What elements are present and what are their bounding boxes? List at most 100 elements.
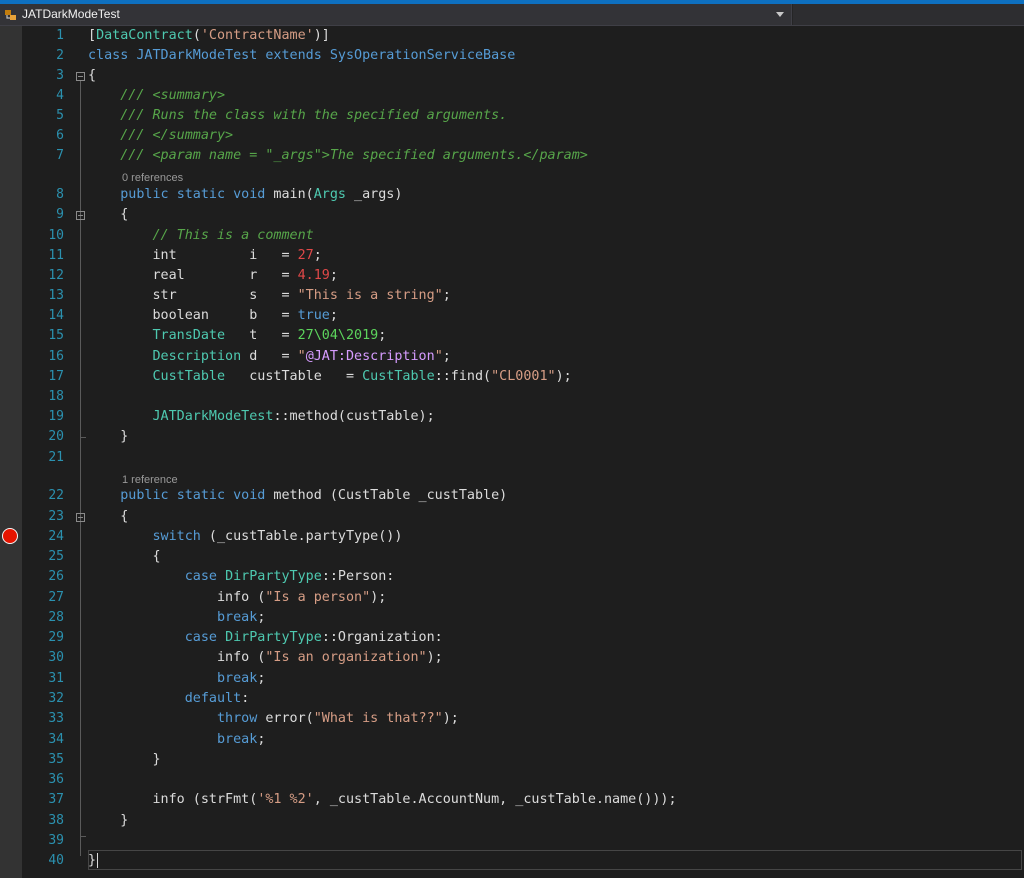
file-name: JATDarkModeTest bbox=[22, 7, 120, 21]
code-token: int i = bbox=[88, 248, 298, 263]
code-line: { bbox=[88, 507, 128, 527]
code-token: { bbox=[88, 549, 161, 564]
line-number: 9 bbox=[56, 207, 64, 222]
code-token: ); bbox=[426, 650, 443, 665]
code-token: /// </summary> bbox=[88, 128, 234, 143]
line-number: 34 bbox=[48, 732, 64, 747]
code-token: TransDate bbox=[152, 328, 226, 343]
code-token: ::method(custTable); bbox=[273, 409, 435, 424]
glyph-margin[interactable] bbox=[0, 26, 22, 878]
line-number: 15 bbox=[48, 328, 64, 343]
code-token: "CL0001" bbox=[491, 369, 556, 384]
code-token: custTable = bbox=[225, 369, 363, 384]
line-number: 3 bbox=[56, 68, 64, 83]
code-line: JATDarkModeTest::method(custTable); bbox=[88, 407, 435, 427]
current-line-highlight bbox=[88, 850, 1022, 870]
code-line: public static void main(Args _args) bbox=[88, 185, 402, 205]
code-token: Args bbox=[313, 187, 346, 202]
code-token: DataContract bbox=[96, 28, 193, 43]
code-line: // This is a comment bbox=[88, 226, 313, 246]
line-number: 37 bbox=[48, 792, 64, 807]
member-dropdown[interactable] bbox=[793, 4, 1024, 25]
code-token: d = bbox=[241, 349, 298, 364]
code-token: class bbox=[88, 48, 129, 63]
code-token: void bbox=[233, 488, 266, 503]
code-line: TransDate t = 27\04\2019; bbox=[88, 326, 387, 346]
code-token: DirPartyType bbox=[225, 630, 322, 645]
line-number: 4 bbox=[56, 88, 64, 103]
file-dropdown[interactable]: JATDarkModeTest bbox=[0, 4, 792, 25]
editor-navigation-bar: JATDarkModeTest bbox=[0, 4, 1024, 26]
code-token: extends bbox=[265, 48, 322, 63]
code-token: ; bbox=[329, 308, 338, 323]
code-token: ::Organization: bbox=[321, 630, 443, 645]
code-token: , _custTable.AccountNum, _custTable.name… bbox=[313, 792, 677, 807]
line-number: 8 bbox=[56, 187, 64, 202]
code-token: @JAT:Description bbox=[305, 349, 435, 364]
code-line: break; bbox=[88, 669, 265, 689]
line-number: 14 bbox=[48, 308, 64, 323]
collapse-icon[interactable] bbox=[76, 211, 85, 220]
line-number: 22 bbox=[48, 488, 64, 503]
code-token: t = bbox=[225, 328, 298, 343]
code-token: ; bbox=[442, 349, 451, 364]
code-token: info (strFmt( bbox=[88, 792, 258, 807]
breakpoint-icon[interactable] bbox=[2, 528, 18, 544]
code-token: "Is an organization" bbox=[265, 650, 427, 665]
collapse-icon[interactable] bbox=[76, 72, 85, 81]
code-token: } bbox=[88, 429, 129, 444]
outline-guide-end bbox=[80, 836, 86, 837]
code-token: error( bbox=[257, 711, 314, 726]
line-number: 36 bbox=[48, 772, 64, 787]
line-number: 7 bbox=[56, 148, 64, 163]
codelens-references[interactable]: 0 references bbox=[122, 170, 183, 186]
line-number: 28 bbox=[48, 610, 64, 625]
code-token: [ bbox=[88, 28, 97, 43]
code-token: : bbox=[241, 691, 250, 706]
code-line: info ("Is a person"); bbox=[88, 588, 386, 608]
line-number: 11 bbox=[48, 248, 64, 263]
code-token: true bbox=[297, 308, 330, 323]
class-icon bbox=[5, 10, 16, 20]
code-line: /// </summary> bbox=[88, 126, 233, 146]
code-token: /// <summary> bbox=[88, 88, 226, 103]
line-number: 38 bbox=[48, 813, 64, 828]
code-token: /// <param name = "_args">The specified … bbox=[88, 148, 588, 163]
code-token: { bbox=[88, 509, 129, 524]
collapse-icon[interactable] bbox=[76, 513, 85, 522]
code-token: default bbox=[184, 691, 242, 706]
code-token: ::find( bbox=[434, 369, 492, 384]
chevron-down-icon[interactable] bbox=[776, 12, 784, 17]
code-token: '%1 %2' bbox=[257, 792, 314, 807]
line-number: 29 bbox=[48, 630, 64, 645]
code-token: DirPartyType bbox=[225, 569, 322, 584]
outline-guide-end bbox=[80, 437, 86, 438]
code-line: Description d = "@JAT:Description"; bbox=[88, 347, 451, 367]
code-token: main( bbox=[265, 187, 314, 202]
code-line: break; bbox=[88, 730, 265, 750]
code-token: str s = bbox=[88, 288, 298, 303]
code-line: break; bbox=[88, 608, 265, 628]
code-token: method (CustTable _custTable) bbox=[265, 488, 508, 503]
code-token: ; bbox=[329, 268, 338, 283]
code-line: } bbox=[88, 851, 96, 871]
code-line: switch (_custTable.partyType()) bbox=[88, 527, 403, 547]
line-number: 1 bbox=[56, 28, 64, 43]
code-editor[interactable]: 1 2 3 4 5 6 7 8 9 10 11 12 13 14 15 16 1… bbox=[0, 26, 1024, 878]
code-token: { bbox=[88, 207, 129, 222]
outline-guide bbox=[80, 522, 81, 836]
code-line: } bbox=[88, 750, 160, 770]
line-number: 21 bbox=[48, 450, 64, 465]
code-token: real r = bbox=[88, 268, 298, 283]
code-line: boolean b = true; bbox=[88, 306, 338, 326]
